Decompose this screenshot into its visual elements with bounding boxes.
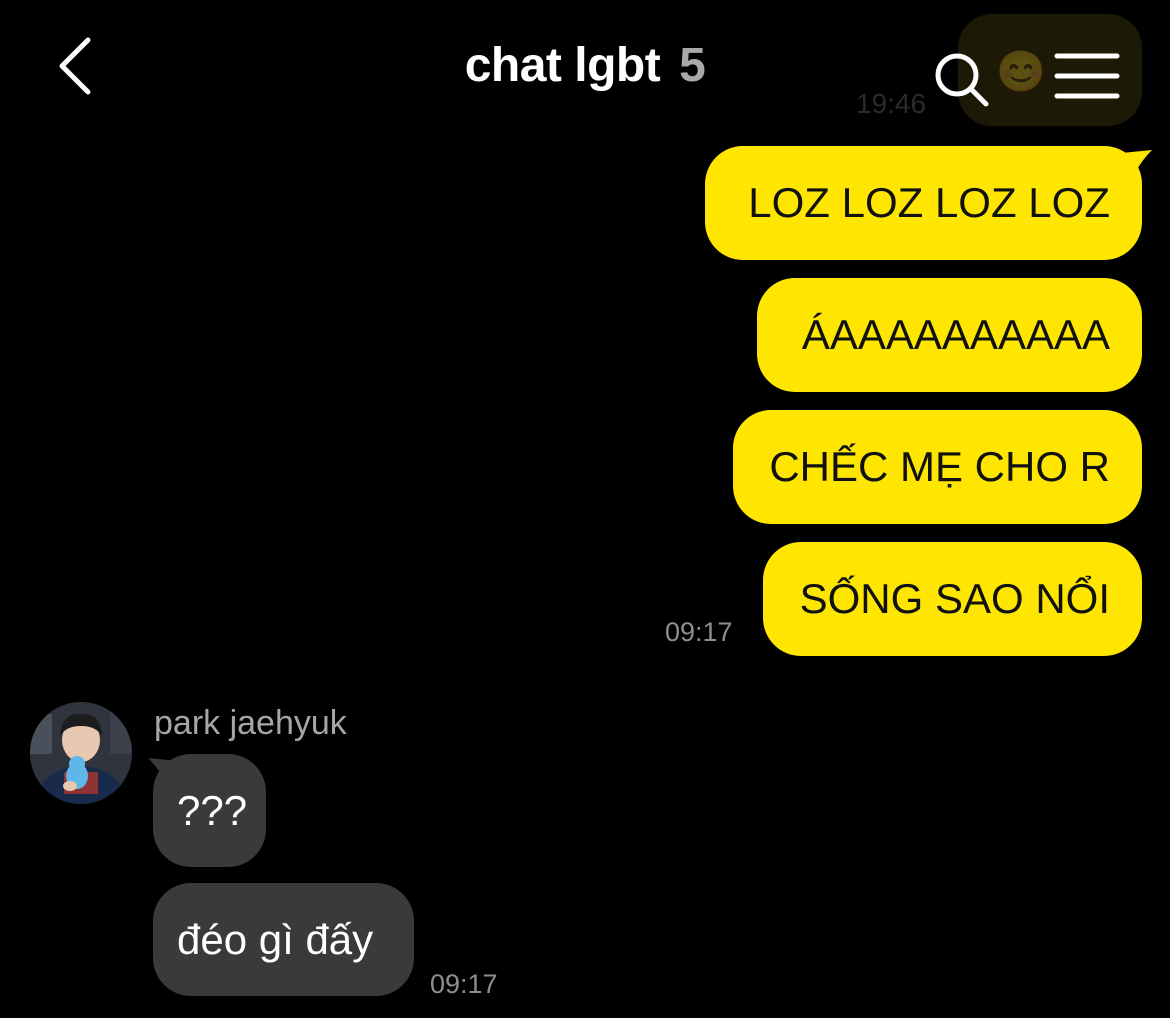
- message-text: ???: [177, 786, 248, 834]
- incoming-timestamp: 09:17: [430, 969, 498, 999]
- outgoing-message[interactable]: SỐNG SAO NỔI: [763, 542, 1142, 656]
- incoming-message[interactable]: ???: [153, 754, 266, 867]
- message-text: CHẾC MẸ CHO R: [769, 443, 1110, 490]
- menu-button[interactable]: [1052, 50, 1122, 102]
- previous-message-emoji: 😊: [996, 50, 1046, 94]
- member-count: 5: [679, 39, 706, 92]
- outgoing-message[interactable]: CHẾC MẸ CHO R: [733, 410, 1142, 524]
- outgoing-message[interactable]: ÁAAAAAAAAAA: [757, 278, 1142, 392]
- avatar[interactable]: [30, 702, 132, 804]
- search-button[interactable]: [932, 50, 992, 110]
- message-text: SỐNG SAO NỔI: [799, 575, 1110, 622]
- message-text: ÁAAAAAAAAAA: [801, 311, 1110, 358]
- profile-photo-icon: [30, 702, 132, 804]
- previous-message-time: 19:46: [856, 88, 927, 119]
- hamburger-menu-icon: [1054, 53, 1120, 99]
- message-text: đéo gì đấy: [177, 915, 374, 963]
- outgoing-timestamp: 09:17: [665, 617, 733, 647]
- incoming-message[interactable]: đéo gì đấy: [153, 883, 414, 996]
- sender-name: park jaehyuk: [154, 704, 347, 742]
- chat-name: chat lgbt: [464, 39, 661, 92]
- message-text: LOZ LOZ LOZ LOZ: [748, 179, 1110, 226]
- outgoing-message[interactable]: LOZ LOZ LOZ LOZ: [705, 146, 1142, 260]
- search-icon: [935, 53, 989, 107]
